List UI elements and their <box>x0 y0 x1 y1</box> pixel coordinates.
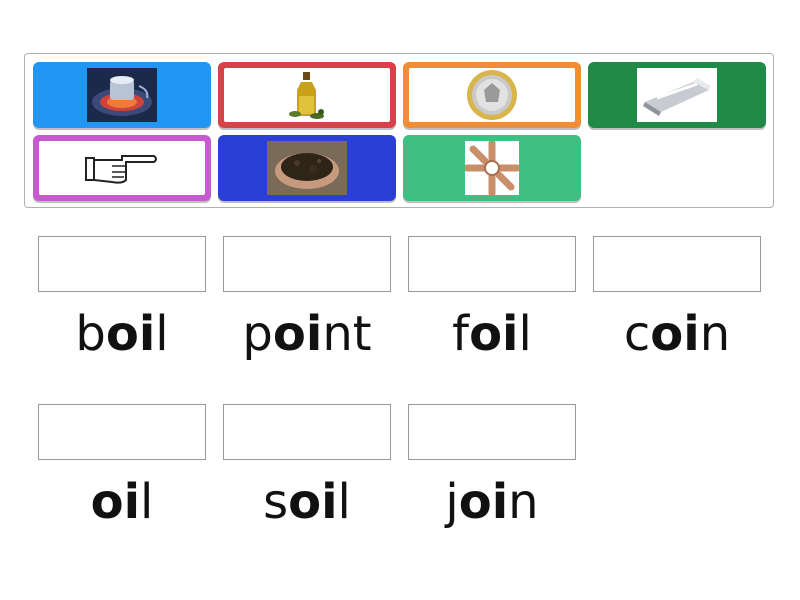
drop-slot-point[interactable] <box>223 236 391 292</box>
tile-coin[interactable] <box>403 62 581 128</box>
drop-slot-foil[interactable] <box>408 236 576 292</box>
soil-icon <box>267 141 347 195</box>
word-oil: oil <box>22 478 222 526</box>
word-point: point <box>207 310 407 358</box>
word-prefix: f <box>452 306 470 362</box>
tile-oil[interactable] <box>218 62 396 128</box>
word-prefix: p <box>242 306 273 362</box>
coin-icon <box>409 68 575 122</box>
word-vowel: oi <box>288 474 338 530</box>
word-prefix: s <box>263 474 289 530</box>
word-vowel: oi <box>272 306 323 362</box>
drop-slot-soil[interactable] <box>223 404 391 460</box>
tile-join[interactable] <box>403 135 581 201</box>
word-suffix: n <box>699 306 731 362</box>
word-vowel: oi <box>90 474 141 530</box>
pointing-hand-icon <box>39 141 205 195</box>
word-vowel: oi <box>105 306 156 362</box>
word-suffix: l <box>337 474 351 530</box>
word-prefix: j <box>445 474 459 530</box>
drop-slot-join[interactable] <box>408 404 576 460</box>
word-coin: coin <box>577 310 777 358</box>
word-vowel: oi <box>650 306 700 362</box>
word-suffix: nt <box>322 306 372 362</box>
tile-boil[interactable] <box>33 62 211 128</box>
hob-icon <box>87 68 157 122</box>
tile-soil[interactable] <box>218 135 396 201</box>
foil-icon <box>637 68 717 122</box>
joined-hands-icon <box>465 141 519 195</box>
tile-point[interactable] <box>33 135 211 201</box>
word-suffix: l <box>518 306 532 362</box>
word-prefix: c <box>623 306 651 362</box>
word-boil: boil <box>22 310 222 358</box>
word-suffix: l <box>140 474 154 530</box>
drop-slot-oil[interactable] <box>38 404 206 460</box>
word-join: join <box>392 478 592 526</box>
word-suffix: n <box>508 474 539 530</box>
word-foil: foil <box>392 310 592 358</box>
word-vowel: oi <box>469 306 519 362</box>
word-soil: soil <box>207 478 407 526</box>
drop-slot-boil[interactable] <box>38 236 206 292</box>
drop-slot-coin[interactable] <box>593 236 761 292</box>
word-suffix: l <box>155 306 169 362</box>
word-prefix: b <box>75 306 106 362</box>
tile-foil[interactable] <box>588 62 766 128</box>
word-vowel: oi <box>458 474 509 530</box>
olive-oil-icon <box>224 68 390 122</box>
